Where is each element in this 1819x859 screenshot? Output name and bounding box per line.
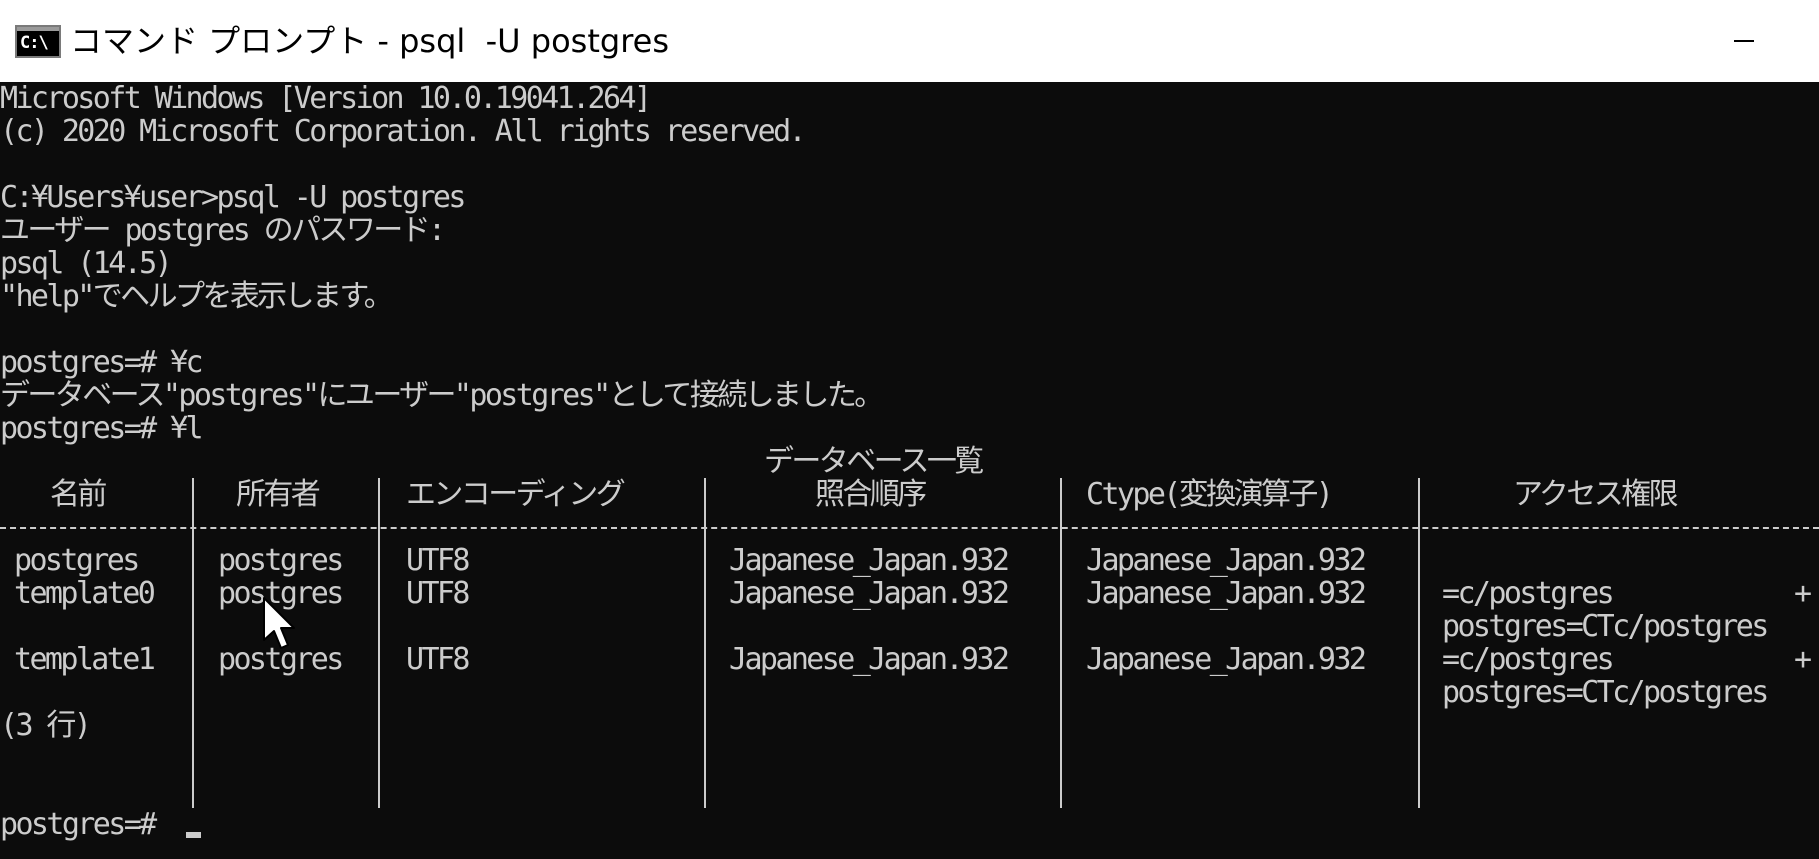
text-cursor — [186, 832, 201, 838]
table-cell-encoding: UTF8 — [406, 576, 470, 611]
table-cell-owner: postgres — [218, 543, 344, 578]
column-separator — [1418, 478, 1420, 808]
console-line-connected-message: データベース"postgres"にユーザー"postgres"として接続しました… — [0, 378, 884, 413]
column-separator — [704, 478, 706, 808]
column-separator — [1060, 478, 1062, 808]
continuation-mark: + — [1794, 576, 1812, 611]
window-title: コマンド プロンプト - psql -U postgres — [70, 22, 670, 60]
table-cell-name: template0 — [14, 576, 156, 611]
cmd-icon[interactable]: C:\ — [15, 25, 61, 58]
column-separator — [192, 478, 194, 808]
table-cell-encoding: UTF8 — [406, 642, 470, 677]
console-line-command: postgres=# ¥l — [0, 411, 204, 446]
minimize-icon — [1734, 40, 1754, 42]
console-line-command: postgres=# ¥c — [0, 345, 204, 380]
table-cell-access: postgres=CTc/postgres — [1442, 675, 1769, 710]
console-output[interactable]: Microsoft Windows [Version 10.0.19041.26… — [0, 82, 1819, 859]
command-prompt-window: C:\ コマンド プロンプト - psql -U postgres Micros… — [0, 0, 1819, 859]
title-bar[interactable]: C:\ コマンド プロンプト - psql -U postgres — [0, 0, 1819, 82]
table-cell-encoding: UTF8 — [406, 543, 470, 578]
table-cell-ctype: Japanese_Japan.932 — [1086, 642, 1367, 677]
console-line-command: C:¥Users¥user>psql -U postgres — [0, 180, 466, 215]
table-header-encoding: エンコーディング — [406, 477, 626, 512]
table-cell-access: =c/postgres — [1442, 642, 1615, 677]
table-cell-name: template1 — [14, 642, 156, 677]
table-cell-collate: Japanese_Japan.932 — [729, 642, 1010, 677]
table-cell-access: postgres=CTc/postgres — [1442, 609, 1769, 644]
minimize-button[interactable] — [1700, 0, 1788, 82]
table-cell-name: postgres — [14, 543, 140, 578]
table-header-collate: 照合順序 — [815, 477, 927, 512]
console-line-psql-version: psql (14.5) — [0, 246, 173, 281]
table-header-owner: 所有者 — [236, 477, 321, 512]
continuation-mark: + — [1794, 642, 1812, 677]
column-separator — [378, 478, 380, 808]
table-cell-access: =c/postgres — [1442, 576, 1615, 611]
table-cell-ctype: Japanese_Japan.932 — [1086, 543, 1367, 578]
table-cell-collate: Japanese_Japan.932 — [729, 576, 1010, 611]
console-line-password-prompt: ユーザー postgres のパスワード: — [0, 213, 446, 248]
table-header-access: アクセス権限 — [1513, 477, 1679, 512]
console-prompt: postgres=# — [0, 807, 171, 842]
console-line-banner: Microsoft Windows [Version 10.0.19041.26… — [0, 82, 652, 116]
table-cell-collate: Japanese_Japan.932 — [729, 543, 1010, 578]
table-cell-ctype: Japanese_Japan.932 — [1086, 576, 1367, 611]
table-header-ctype: Ctype(変換演算子) — [1086, 477, 1334, 512]
table-divider — [0, 527, 1819, 529]
cmd-icon-text: C:\ — [20, 33, 49, 53]
console-line-help-hint: "help"でヘルプを表示します。 — [0, 279, 394, 314]
table-header-name: 名前 — [50, 477, 107, 512]
console-line-copyright: (c) 2020 Microsoft Corporation. All righ… — [0, 114, 807, 149]
mouse-pointer-icon — [263, 597, 295, 649]
table-title: データベース一覧 — [764, 444, 984, 479]
row-count: (3 行) — [0, 708, 92, 743]
